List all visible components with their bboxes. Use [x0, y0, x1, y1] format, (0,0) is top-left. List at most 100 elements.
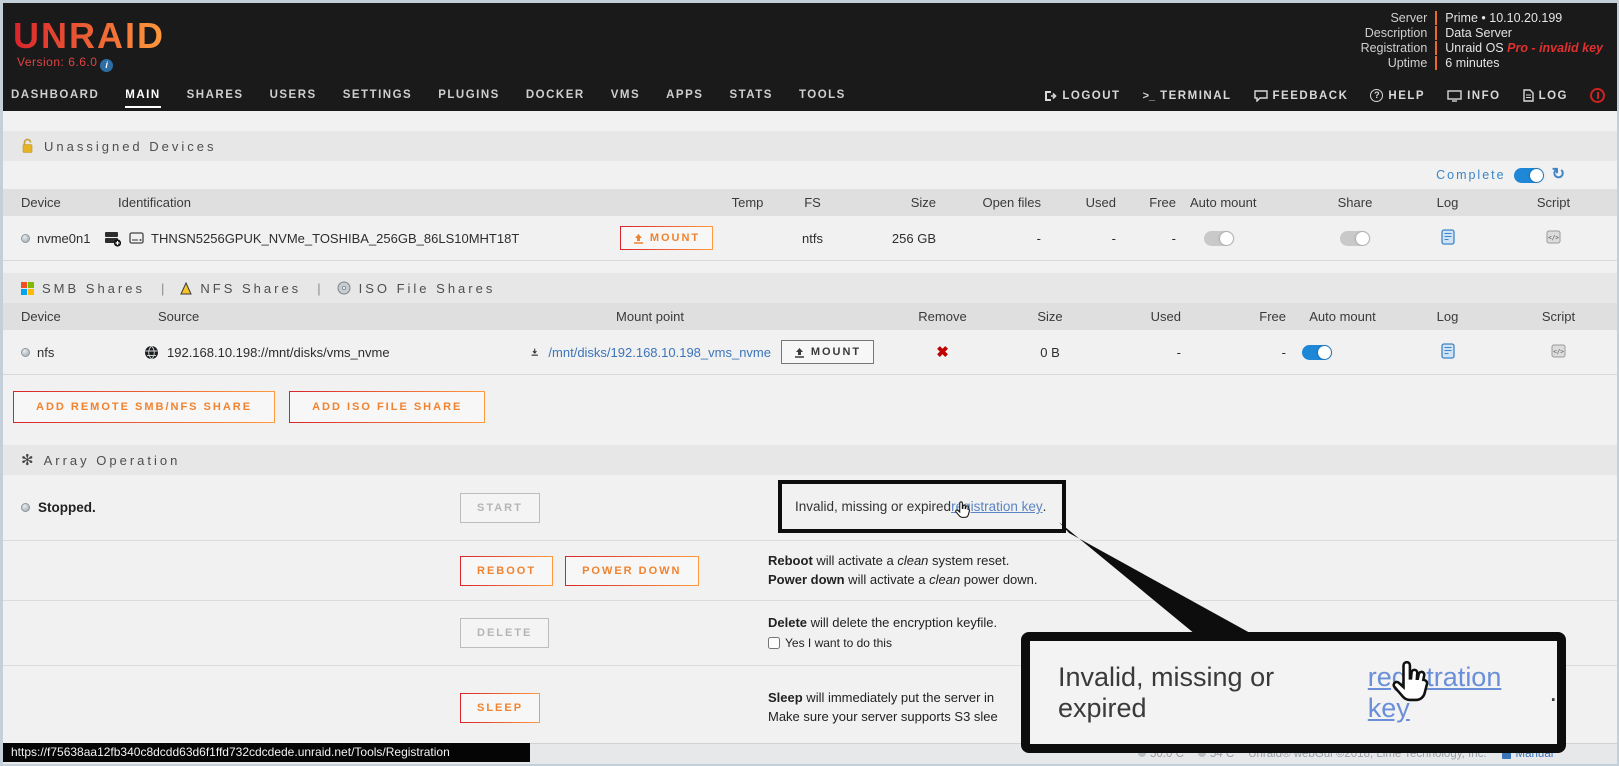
registration-key-link-zoom[interactable]: registration key [1368, 662, 1550, 724]
share-device-name[interactable]: nfs [37, 345, 54, 360]
device-status-dot [21, 348, 30, 357]
tab-shares[interactable]: SHARES [187, 83, 244, 108]
tab-smb-shares[interactable]: SMB Shares [21, 281, 145, 296]
script-icon[interactable]: </> [1546, 230, 1561, 244]
array-status-text: Stopped. [38, 500, 96, 515]
asterisk-icon: ✻ [21, 451, 34, 469]
mount-point-link[interactable]: /mnt/disks/192.168.10.198_vms_nvme [548, 345, 771, 360]
logout-icon [1044, 90, 1057, 102]
device-identification[interactable]: THNSN5256GPUK_NVMe_TOSHIBA_256GB_86LS10M… [151, 231, 519, 246]
col-auto-mount: Auto mount [1290, 309, 1395, 324]
sleep-button[interactable]: SLEEP [460, 693, 540, 723]
array-alert-button[interactable] [1590, 88, 1605, 103]
info-button[interactable]: INFO [1447, 90, 1500, 102]
mount-button[interactable]: MOUNT [620, 226, 713, 250]
array-operation-header: ✻ Array Operation [3, 445, 1617, 475]
device-cell: nfs [3, 345, 140, 360]
col-share: Share [1305, 195, 1405, 210]
tab-dashboard[interactable]: DASHBOARD [11, 83, 99, 108]
add-remote-share-button[interactable]: ADD REMOTE SMB/NFS SHARE [13, 391, 275, 423]
description-value: Data Server [1435, 26, 1603, 40]
col-used: Used [1095, 309, 1185, 324]
col-auto-mount: Auto mount [1180, 195, 1305, 210]
terminal-button[interactable]: >_ TERMINAL [1143, 90, 1232, 102]
unassigned-devices-header: Unassigned Devices [3, 131, 1617, 161]
tab-apps[interactable]: APPS [666, 83, 703, 108]
share-source: 192.168.10.198://mnt/disks/vms_nvme [167, 345, 390, 360]
tab-users[interactable]: USERS [270, 83, 317, 108]
section-title: Unassigned Devices [44, 139, 217, 154]
tab-vms[interactable]: VMS [611, 83, 640, 108]
device-cell: nvme0n1 [3, 231, 100, 246]
col-free: Free [1120, 195, 1180, 210]
tab-stats[interactable]: STATS [729, 83, 773, 108]
share-actions: ADD REMOTE SMB/NFS SHARE ADD ISO FILE SH… [3, 391, 1617, 423]
registration-status: Pro - invalid key [1507, 41, 1603, 55]
identification-cell: THNSN5256GPUK_NVMe_TOSHIBA_256GB_86LS10M… [100, 230, 613, 247]
registration-key-link[interactable]: registration key [951, 499, 1043, 514]
script-icon[interactable]: </> [1551, 344, 1566, 358]
nfs-share-row: nfs 192.168.10.198://mnt/disks/vms_nvme … [3, 330, 1617, 375]
view-log-icon[interactable] [1441, 229, 1455, 245]
size-value: 256 GB [850, 231, 940, 246]
feedback-icon [1254, 90, 1268, 102]
reboot-button[interactable]: REBOOT [460, 556, 553, 586]
logout-button[interactable]: LOGOUT [1044, 90, 1120, 102]
view-log-icon[interactable] [1441, 343, 1455, 359]
section-title: Array Operation [44, 453, 181, 468]
col-log: Log [1405, 195, 1490, 210]
tab-plugins[interactable]: PLUGINS [438, 83, 500, 108]
svg-text:</>: </> [1548, 234, 1559, 241]
unraid-logo: UNRAID [13, 15, 165, 57]
tab-tools[interactable]: TOOLS [799, 83, 846, 108]
tab-iso-file-shares[interactable]: ISO File Shares [337, 281, 496, 296]
mount-icon [633, 233, 644, 244]
complete-toggle[interactable] [1514, 168, 1544, 183]
tab-docker[interactable]: DOCKER [526, 83, 585, 108]
refresh-icon[interactable]: ↻ [1552, 167, 1565, 183]
unassigned-table-header: Device Identification Temp FS Size Open … [3, 189, 1617, 216]
drive-outline-icon [129, 232, 144, 244]
used-value: - [1095, 345, 1185, 360]
power-down-button[interactable]: POWER DOWN [565, 556, 698, 586]
padlock-icon [21, 138, 34, 154]
col-size: Size [1005, 309, 1095, 324]
version-label: Version: 6.6.0i [17, 55, 113, 72]
share-toggle[interactable] [1340, 231, 1370, 246]
help-button[interactable]: ? HELP [1370, 89, 1425, 102]
shares-section-header: SMB Shares | NFS Shares | ISO File Share… [3, 273, 1617, 303]
feedback-button[interactable]: FEEDBACK [1254, 90, 1349, 102]
log-icon [1523, 89, 1534, 102]
server-info-panel: Server Prime • 10.10.20.199 Description … [1361, 11, 1603, 70]
drive-add-icon[interactable] [104, 230, 122, 247]
mount-icon [794, 347, 805, 358]
delete-button[interactable]: DELETE [460, 618, 549, 648]
version-info-icon[interactable]: i [100, 59, 113, 72]
device-name[interactable]: nvme0n1 [37, 231, 90, 246]
auto-mount-toggle[interactable] [1302, 345, 1332, 360]
col-remove: Remove [880, 309, 1005, 324]
unraid-window: UNRAID Version: 6.6.0i Server Prime • 10… [0, 0, 1619, 766]
mount-point-cell: /mnt/disks/192.168.10.198_vms_nvme [525, 345, 775, 360]
col-device: Device [3, 195, 100, 210]
reboot-row: REBOOT POWER DOWN Reboot will activate a… [3, 541, 1617, 601]
add-iso-share-button[interactable]: ADD ISO FILE SHARE [289, 391, 485, 423]
auto-mount-toggle[interactable] [1204, 231, 1234, 246]
log-button[interactable]: LOG [1523, 89, 1568, 102]
complete-toggle-row: Complete ↻ [3, 161, 1617, 189]
unassigned-device-row: nvme0n1 THNSN5256GPUK_NVMe_TOSHIBA_256GB… [3, 216, 1617, 261]
mount-button[interactable]: MOUNT [781, 340, 874, 364]
reboot-help-text: Reboot will activate a clean system rese… [768, 552, 1617, 590]
remove-share-icon[interactable]: ✖ [936, 344, 949, 361]
tab-main[interactable]: MAIN [125, 83, 160, 108]
col-log: Log [1395, 309, 1500, 324]
free-value: - [1185, 345, 1290, 360]
browser-status-url: https://f75638aa12fb340c8dcdd63d6f1ffd73… [3, 743, 530, 762]
tab-nfs-shares[interactable]: NFS Shares [180, 281, 301, 296]
svg-text:</>: </> [1553, 348, 1564, 355]
start-button[interactable]: START [460, 493, 540, 523]
delete-confirm-checkbox[interactable] [768, 637, 780, 649]
col-script: Script [1500, 309, 1617, 324]
source-cell: 192.168.10.198://mnt/disks/vms_nvme [140, 345, 525, 360]
tab-settings[interactable]: SETTINGS [343, 83, 413, 108]
